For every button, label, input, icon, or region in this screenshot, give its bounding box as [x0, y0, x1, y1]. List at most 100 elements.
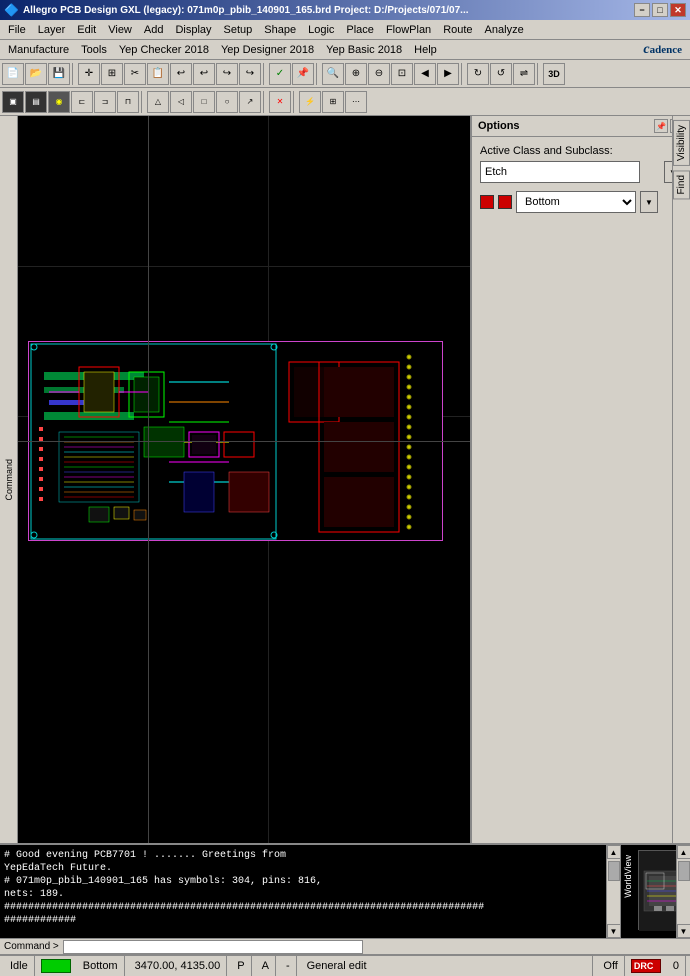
separator-1	[72, 63, 76, 85]
drc3-button[interactable]: ⋯	[345, 91, 367, 113]
zoom-next-button[interactable]: ▶	[437, 63, 459, 85]
zoom-in-button[interactable]: ⊕	[345, 63, 367, 85]
menu-add[interactable]: Add	[138, 23, 170, 37]
3d-button[interactable]: 3D	[543, 63, 565, 85]
drc2-button[interactable]: ⊞	[322, 91, 344, 113]
subclass-color-box-1	[480, 195, 494, 209]
zoom-out-button[interactable]: ⊖	[368, 63, 390, 85]
delete-button[interactable]: ✕	[269, 91, 291, 113]
separator-3	[316, 63, 320, 85]
close-button[interactable]: ✕	[670, 3, 686, 17]
menu-tools[interactable]: Tools	[75, 43, 113, 57]
shape3-button[interactable]: □	[193, 91, 215, 113]
visibility-tab[interactable]: Visibility	[673, 120, 690, 166]
separator-4	[461, 63, 465, 85]
pin-button[interactable]: 📌	[292, 63, 314, 85]
pad-button[interactable]: ◉	[48, 91, 70, 113]
shape-button[interactable]: △	[147, 91, 169, 113]
maximize-button[interactable]: □	[652, 3, 668, 17]
trace2-button[interactable]: ⊐	[94, 91, 116, 113]
scroll-thumb[interactable]	[608, 861, 620, 881]
circle-button[interactable]: ○	[216, 91, 238, 113]
menu-analyze[interactable]: Analyze	[479, 23, 530, 37]
scroll-track	[607, 859, 621, 924]
cut-button[interactable]: ✂	[124, 63, 146, 85]
wv-scroll-track	[677, 859, 690, 924]
find-tab[interactable]: Find	[673, 170, 690, 199]
subclass-dropdown-arrow[interactable]: ▼	[640, 191, 658, 213]
redo-button[interactable]: ↪	[216, 63, 238, 85]
title-bar-left: 🔷 Allegro PCB Design GXL (legacy): 071m0…	[4, 3, 469, 17]
menu-display[interactable]: Display	[169, 23, 217, 37]
board-button[interactable]: ▣	[2, 91, 24, 113]
board2-button[interactable]: ▤	[25, 91, 47, 113]
paste-button[interactable]: 📋	[147, 63, 169, 85]
menu-shape[interactable]: Shape	[258, 23, 302, 37]
console-line-6: ############	[4, 914, 602, 927]
zoom-area-button[interactable]: 🔍	[322, 63, 344, 85]
crosshair-v	[148, 116, 149, 843]
separator-8	[293, 91, 297, 113]
menu-route[interactable]: Route	[437, 23, 478, 37]
title-bar-controls: − □ ✕	[634, 3, 686, 17]
console-scrollbar: ▲ ▼	[606, 845, 620, 938]
minimize-button[interactable]: −	[634, 3, 650, 17]
menu-bar-1: File Layer Edit View Add Display Setup S…	[0, 20, 690, 40]
class-dropdown[interactable]: Etch Via Plane	[480, 161, 640, 183]
subclass-dropdown[interactable]: Bottom Top Inner1	[516, 191, 636, 213]
undo2-button[interactable]: ↩	[193, 63, 215, 85]
rotate-cw-button[interactable]: ↻	[467, 63, 489, 85]
snap-button[interactable]: ✛	[78, 63, 100, 85]
title-bar: 🔷 Allegro PCB Design GXL (legacy): 071m0…	[0, 0, 690, 20]
scroll-down-button[interactable]: ▼	[607, 924, 621, 938]
status-a: A	[256, 956, 276, 976]
a-label: A	[262, 960, 269, 972]
status-number: 0	[667, 956, 686, 976]
open-button[interactable]: 📂	[25, 63, 47, 85]
menu-help[interactable]: Help	[408, 43, 443, 57]
check-button[interactable]: ✓	[269, 63, 291, 85]
drc1-button[interactable]: ⚡	[299, 91, 321, 113]
menu-edit[interactable]: Edit	[71, 23, 102, 37]
menu-yep-checker[interactable]: Yep Checker 2018	[113, 43, 215, 57]
zoom-prev-button[interactable]: ◀	[414, 63, 436, 85]
menu-flowplan[interactable]: FlowPlan	[380, 23, 437, 37]
toolbar-1: 📄 📂 💾 ✛ ⊞ ✂ 📋 ↩ ↩ ↪ ↪ ✓ 📌 🔍 ⊕ ⊖ ⊡ ◀ ▶ ↻ …	[0, 60, 690, 88]
canvas-area[interactable]	[18, 116, 470, 843]
save-button[interactable]: 💾	[48, 63, 70, 85]
redo2-button[interactable]: ↪	[239, 63, 261, 85]
menu-place[interactable]: Place	[340, 23, 380, 37]
wv-scroll-thumb[interactable]	[678, 861, 690, 881]
active-class-label: Active Class and Subclass:	[480, 145, 682, 157]
menu-yep-basic[interactable]: Yep Basic 2018	[320, 43, 408, 57]
wv-scroll-down-button[interactable]: ▼	[677, 924, 690, 938]
subclass-color-box-2	[498, 195, 512, 209]
console-line-1: # Good evening PCB7701 ! ....... Greetin…	[4, 849, 602, 862]
options-body: Active Class and Subclass: Etch Via Plan…	[472, 137, 690, 221]
layer-value: Bottom	[83, 960, 118, 972]
menu-view[interactable]: View	[102, 23, 138, 37]
trace3-button[interactable]: ⊓	[117, 91, 139, 113]
trace-button[interactable]: ⊏	[71, 91, 93, 113]
options-pin-button[interactable]: 📌	[654, 119, 668, 133]
menu-logic[interactable]: Logic	[302, 23, 340, 37]
undo-button[interactable]: ↩	[170, 63, 192, 85]
menu-yep-designer[interactable]: Yep Designer 2018	[215, 43, 320, 57]
menu-setup[interactable]: Setup	[218, 23, 259, 37]
command-input[interactable]	[63, 940, 363, 954]
subclass-row: Bottom Top Inner1 ▼	[480, 191, 682, 213]
menu-file[interactable]: File	[2, 23, 32, 37]
scroll-up-button[interactable]: ▲	[607, 845, 621, 859]
menu-layer[interactable]: Layer	[32, 23, 72, 37]
zoom-fit-button[interactable]: ⊡	[391, 63, 413, 85]
arrow-button[interactable]: ↗	[239, 91, 261, 113]
new-button[interactable]: 📄	[2, 63, 24, 85]
mirror-button[interactable]: ⇌	[513, 63, 535, 85]
shape2-button[interactable]: ◁	[170, 91, 192, 113]
wv-scroll-up-button[interactable]: ▲	[677, 845, 690, 859]
menu-bar-2: Manufacture Tools Yep Checker 2018 Yep D…	[0, 40, 690, 60]
console-line-5: ########################################…	[4, 901, 602, 914]
menu-manufacture[interactable]: Manufacture	[2, 43, 75, 57]
rotate-ccw-button[interactable]: ↺	[490, 63, 512, 85]
copy-button[interactable]: ⊞	[101, 63, 123, 85]
